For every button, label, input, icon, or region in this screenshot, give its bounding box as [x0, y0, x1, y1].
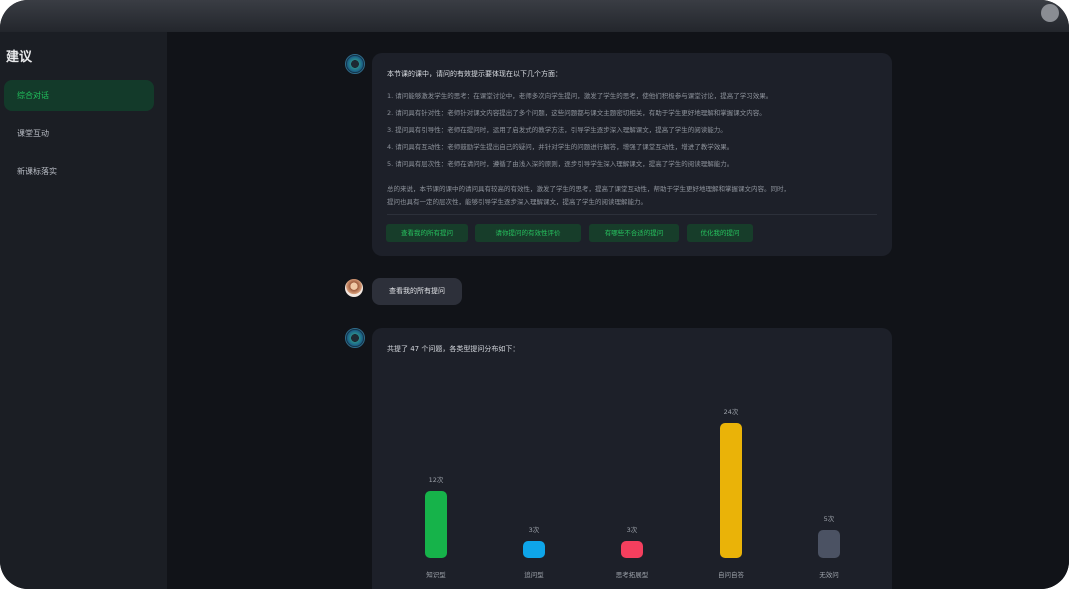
bar-category-label: 无效问 [819, 571, 839, 579]
bar-value-label: 3次 [528, 526, 540, 535]
window-top-bar [0, 0, 1069, 32]
assistant-avatar-icon [345, 54, 365, 74]
chart-bar [720, 423, 742, 558]
question-type-bar-chart: 12次知识型 3次追问型 3次思考拓展型 24次自问自答 5次无效问 [372, 328, 892, 589]
bar-value-label: 24次 [723, 408, 739, 416]
bar-value-label: 3次 [626, 526, 638, 535]
suggestion-chip-inappropriate-questions[interactable]: 有哪些不合适的提问 [589, 224, 679, 242]
sidebar: 建议 综合对话 课堂互动 新课标落实 [0, 32, 167, 589]
analysis-point: 4. 请问具有互动性：老师鼓励学生提出自己的疑问，并针对学生的问题进行解答，增强… [387, 143, 734, 151]
suggestion-chip-optimize-questions[interactable]: 优化我的提问 [687, 224, 753, 242]
app-window: 建议 综合对话 课堂互动 新课标落实 本节课的课中，请问的有效提示要体现在以下几… [0, 0, 1069, 589]
bar-value-label: 5次 [823, 514, 835, 523]
analysis-point: 3. 提问具有引导性：老师在提问时，运用了启发式的教学方法，引导学生逐步深入理解… [387, 126, 727, 134]
divider [387, 214, 877, 215]
analysis-point: 5. 请问具有层次性：老师在请问时，遵循了由浅入深的原则，逐步引导学生深入理解课… [387, 160, 734, 168]
user-message: 查看我的所有提问 [372, 278, 462, 305]
analysis-point: 1. 请问能够激发学生的思考：在课堂讨论中，老师多次向学生提问，激发了学生的思考… [387, 92, 773, 100]
suggestion-chip-question-effectiveness[interactable]: 请你提问的有效性评价 [475, 224, 581, 242]
window-control-icon[interactable] [1041, 4, 1059, 22]
bar-value-label: 12次 [428, 475, 444, 484]
chart-bar [523, 541, 545, 558]
bar-category-label: 知识型 [426, 571, 446, 579]
bar-category-label: 自问自答 [718, 571, 744, 579]
analysis-summary: 总的来说，本节课的课中的请问具有较高的有效性，激发了学生的思考，提高了课堂互动性… [387, 185, 790, 193]
chart-bar [425, 490, 447, 558]
bar-category-label: 思考拓展型 [615, 571, 649, 579]
assistant-message-chart: 共提了 47 个问题，各类型提问分布如下： 12次 知识型 3次 追问型 3次 思考拓展型… [372, 328, 892, 589]
sidebar-item-classroom-interaction[interactable]: 课堂互动 [4, 118, 154, 149]
message-title: 本节课的课中，请问的有效提示要体现在以下几个方面： [387, 70, 562, 78]
sidebar-item-new-curriculum[interactable]: 新课标落实 [4, 156, 154, 187]
analysis-summary: 提问也具有一定的层次性，能够引导学生逐步深入理解课文，提高了学生的阅读理解能力。 [387, 198, 647, 206]
user-avatar [345, 279, 363, 297]
suggestion-chip-view-all-questions[interactable]: 查看我的所有提问 [386, 224, 468, 242]
chart-bar [818, 529, 840, 558]
analysis-point: 2. 请问具有针对性：老师针对课文内容提出了多个问题，这些问题都与课文主题密切相… [387, 109, 766, 117]
chart-bar [621, 541, 643, 558]
assistant-message-analysis: 本节课的课中，请问的有效提示要体现在以下几个方面： 1. 请问能够激发学生的思考… [372, 53, 892, 256]
bar-category-label: 追问型 [524, 571, 544, 579]
sidebar-title: 建议 [6, 50, 33, 65]
sidebar-item-comprehensive-chat[interactable]: 综合对话 [4, 80, 154, 111]
assistant-avatar-icon [345, 328, 365, 348]
